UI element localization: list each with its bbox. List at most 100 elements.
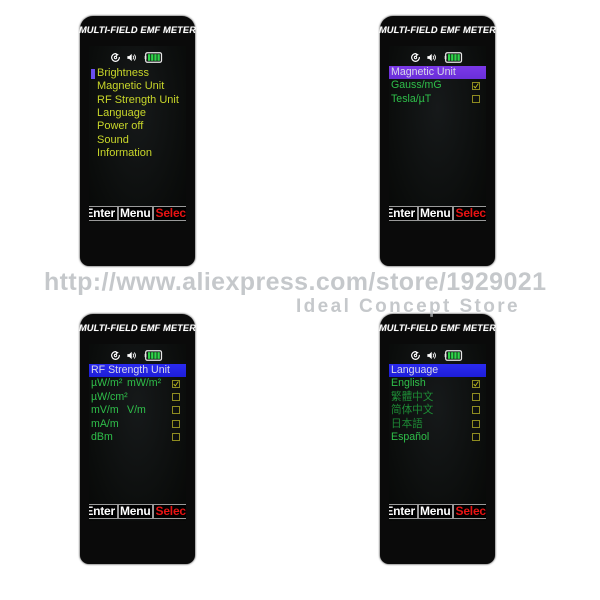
enter-button[interactable]: Enter (389, 206, 418, 221)
menu-item-rf-strength-unit[interactable]: RF Strength Unit (91, 94, 186, 107)
device-screenshot-grid: MULTI-FIELD EMF METER Brightness Magnetic … (0, 0, 600, 600)
option-checkbox[interactable] (172, 379, 180, 388)
timer-icon (410, 351, 420, 360)
option-checkbox[interactable] (472, 81, 480, 90)
menu-item-label: Brightness (97, 67, 149, 80)
option-checkbox[interactable] (172, 433, 180, 442)
device-brand-bar: MULTI-FIELD EMF METER (78, 16, 197, 44)
option-checkbox[interactable] (472, 393, 480, 402)
status-bar (89, 46, 186, 66)
menu-item-brightness[interactable]: Brightness (91, 67, 186, 80)
option-list-header: RF Strength Unit (89, 364, 186, 377)
menu-item-label: RF Strength Unit (97, 93, 179, 106)
device-brand-title: MULTI-FIELD EMF METER (78, 323, 197, 333)
menu-item-sound[interactable]: Sound (91, 133, 186, 146)
option-label: Gauss/mG (391, 79, 442, 92)
option-checkbox[interactable] (472, 419, 480, 428)
lcd-screen: Magnetic Unit Gauss/mG Tesla/µT Enter Menu Se… (389, 46, 486, 223)
emf-meter-device: MULTI-FIELD EMF METER Language English 繁體中文… (379, 314, 496, 564)
speaker-icon (126, 53, 136, 62)
option-row[interactable]: mV/m V/m (89, 404, 186, 417)
device-brand-bar: MULTI-FIELD EMF METER (378, 16, 497, 44)
option-row[interactable]: dBm (89, 431, 186, 444)
menu-button[interactable]: Menu (417, 206, 454, 221)
softkey-group: EnterMenuSelect (389, 504, 486, 519)
option-checkbox[interactable] (472, 379, 480, 388)
device-brand-title: MULTI-FIELD EMF METER (378, 25, 497, 35)
option-list: Magnetic Unit Gauss/mG Tesla/µT (389, 66, 486, 206)
speaker-icon (426, 53, 436, 62)
checkmark-icon (473, 82, 479, 89)
status-bar (389, 46, 486, 66)
option-row[interactable]: 简体中文 (389, 404, 486, 417)
select-button[interactable]: Select (453, 206, 486, 221)
device-cell-magnetic-unit: MULTI-FIELD EMF METER Magnetic Unit Gauss/… (300, 0, 600, 300)
status-bar (89, 344, 186, 364)
speaker-icon (126, 351, 136, 360)
softkey-group: EnterMenuSelect (89, 206, 186, 221)
option-row[interactable]: µW/m² mW/m² (89, 377, 186, 390)
enter-button[interactable]: Enter (89, 504, 118, 519)
timer-icon (410, 53, 420, 62)
lcd-screen: Brightness Magnetic Unit RF Strength Unit L… (89, 46, 186, 223)
emf-meter-device: MULTI-FIELD EMF METER RF Strength Unit µW/… (78, 314, 197, 564)
option-row[interactable]: Español (389, 431, 486, 444)
enter-button[interactable]: Enter (89, 206, 118, 221)
timer-icon (110, 53, 120, 62)
option-row[interactable]: Tesla/µT (389, 92, 486, 105)
option-row[interactable]: mA/m (89, 417, 186, 430)
menu-item-label: Magnetic Unit (97, 80, 165, 93)
menu-item-power-off[interactable]: Power off (91, 120, 186, 133)
softkey-bar: EnterMenuSelect (89, 206, 186, 223)
option-label: 简体中文 (391, 404, 434, 417)
option-list-header: Language (389, 364, 486, 377)
softkey-group: EnterMenuSelect (389, 206, 486, 221)
softkey-bar: EnterMenuSelect (89, 504, 186, 521)
option-checkbox[interactable] (472, 406, 480, 415)
option-row[interactable]: English (389, 377, 486, 390)
option-checkbox[interactable] (472, 95, 480, 104)
menu-item-magnetic-unit[interactable]: Magnetic Unit (91, 80, 186, 93)
softkey-group: EnterMenuSelect (89, 504, 186, 519)
battery-icon (144, 52, 162, 63)
select-button[interactable]: Select (453, 504, 486, 519)
option-row[interactable]: µW/cm² (89, 390, 186, 403)
menu-item-label: Language (97, 107, 146, 120)
option-checkbox[interactable] (172, 393, 180, 402)
battery-icon (444, 350, 462, 361)
device-cell-rf-strength-unit: MULTI-FIELD EMF METER RF Strength Unit µW/… (0, 300, 300, 600)
battery-icon (144, 350, 162, 361)
device-cell-language: MULTI-FIELD EMF METER Language English 繁體中文… (300, 300, 600, 600)
option-label-secondary: V/m (127, 404, 146, 417)
timer-icon (110, 351, 120, 360)
option-row[interactable]: 日本語 (389, 417, 486, 430)
select-button[interactable]: Select (153, 504, 186, 519)
menu-item-information[interactable]: Information (91, 147, 186, 160)
menu-button[interactable]: Menu (417, 504, 454, 519)
option-list: RF Strength Unit µW/m² mW/m² µW/cm² mV/m V/m m… (89, 364, 186, 504)
select-button[interactable]: Select (153, 206, 186, 221)
lcd-screen: Language English 繁體中文 简体中文 日本語 Español Enter Me… (389, 344, 486, 521)
menu-button[interactable]: Menu (117, 504, 154, 519)
option-checkbox[interactable] (172, 419, 180, 428)
option-list: Language English 繁體中文 简体中文 日本語 Español (389, 364, 486, 504)
menu-button[interactable]: Menu (117, 206, 154, 221)
battery-icon (444, 52, 462, 63)
device-brand-bar: MULTI-FIELD EMF METER (78, 314, 197, 342)
menu-item-language[interactable]: Language (91, 107, 186, 120)
menu-item-label: Sound (97, 133, 129, 146)
checkmark-icon (173, 380, 179, 387)
menu-item-label: Power off (97, 120, 144, 133)
menu-item-label: Information (97, 146, 153, 159)
option-checkbox[interactable] (472, 433, 480, 442)
device-cell-main-menu: MULTI-FIELD EMF METER Brightness Magnetic … (0, 0, 300, 300)
emf-meter-device: MULTI-FIELD EMF METER Magnetic Unit Gauss/… (378, 16, 497, 266)
status-bar (389, 344, 486, 364)
enter-button[interactable]: Enter (389, 504, 418, 519)
option-label: 繁體中文 (391, 390, 434, 403)
option-row[interactable]: Gauss/mG (389, 79, 486, 92)
device-brand-title: MULTI-FIELD EMF METER (78, 25, 197, 35)
speaker-icon (426, 351, 436, 360)
option-row[interactable]: 繁體中文 (389, 390, 486, 403)
option-checkbox[interactable] (172, 406, 180, 415)
